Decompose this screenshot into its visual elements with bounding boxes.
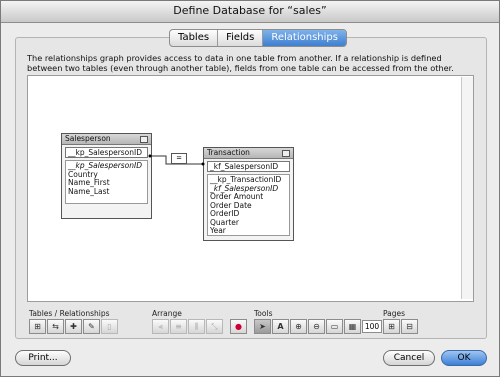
zoom-out-button[interactable]: ⊖: [308, 319, 325, 334]
resize-icon: ⤡: [211, 322, 218, 331]
relationships-graph[interactable]: Salesperson __kp_SalespersonID __kp_Sale…: [27, 75, 474, 302]
ok-button[interactable]: OK: [441, 350, 487, 366]
zoom-in-button[interactable]: ⊕: [290, 319, 307, 334]
page-setup-icon: ⊟: [406, 322, 413, 331]
arrange-label: Arrange: [152, 309, 182, 318]
pencil-icon: ✎: [88, 322, 95, 331]
duplicate-icon: ✚: [70, 322, 77, 331]
align-left-button[interactable]: ⫷: [152, 319, 169, 334]
tab-bar: Tables Fields Relationships: [169, 29, 347, 47]
resize-button[interactable]: ⤡: [206, 319, 223, 334]
add-relationship-icon: ⇆: [52, 322, 59, 331]
arrange-tools: ⫷ ≡ ⫼ ⤡ ●: [152, 319, 247, 334]
align-center-button[interactable]: ≡: [170, 319, 187, 334]
tools-label: Tools: [254, 309, 273, 318]
pages-label: Pages: [383, 309, 406, 318]
add-table-icon: ⊞: [34, 322, 41, 331]
add-table-button[interactable]: ⊞: [29, 319, 46, 334]
view-toggle-button[interactable]: ▦: [344, 319, 361, 334]
tables-relationships-tools: ⊞ ⇆ ✚ ✎ ▯: [29, 319, 118, 334]
text-icon: A: [277, 322, 284, 331]
print-button[interactable]: Print...: [15, 350, 71, 366]
relationship-operator-icon[interactable]: =: [171, 153, 187, 164]
graph-tools: ➤ A ⊕ ⊖ ▭ ▦ 100 %: [254, 319, 392, 334]
align-left-icon: ⫷: [158, 322, 163, 331]
title-bar[interactable]: Define Database for “sales”: [1, 1, 499, 23]
duplicate-button[interactable]: ✚: [65, 319, 82, 334]
relationship-line[interactable]: [28, 76, 473, 301]
align-center-icon: ≡: [175, 322, 182, 331]
color-button[interactable]: ●: [230, 319, 247, 334]
zoom-out-icon: ⊖: [313, 322, 320, 331]
tab-fields[interactable]: Fields: [218, 30, 264, 46]
fit-window-icon: ▭: [330, 322, 339, 331]
view-toggle-icon: ▦: [348, 322, 357, 331]
relationships-description: The relationships graph provides access …: [27, 53, 454, 73]
trash-icon: ▯: [107, 322, 112, 331]
vertical-scrollbar[interactable]: [461, 77, 473, 299]
delete-button[interactable]: ▯: [101, 319, 118, 334]
tab-relationships[interactable]: Relationships: [263, 30, 346, 46]
page-setup-button[interactable]: ⊟: [401, 319, 418, 334]
pointer-tool-button[interactable]: ➤: [254, 319, 271, 334]
page-grid-button[interactable]: ⊞: [383, 319, 400, 334]
fit-window-button[interactable]: ▭: [326, 319, 343, 334]
tables-relationships-label: Tables / Relationships: [29, 309, 110, 318]
cancel-button[interactable]: Cancel: [383, 350, 435, 366]
distribute-icon: ⫼: [194, 322, 199, 331]
zoom-in-icon: ⊕: [295, 322, 302, 331]
distribute-button[interactable]: ⫼: [188, 319, 205, 334]
window-title: Define Database for “sales”: [173, 4, 327, 17]
text-tool-button[interactable]: A: [272, 319, 289, 334]
edit-button[interactable]: ✎: [83, 319, 100, 334]
arrow-pointer-icon: ➤: [259, 322, 266, 331]
color-icon: ●: [235, 322, 242, 331]
page-grid-icon: ⊞: [388, 322, 395, 331]
pages-tools: ⊞ ⊟: [383, 319, 418, 334]
add-relationship-button[interactable]: ⇆: [47, 319, 64, 334]
define-database-dialog: Define Database for “sales” Tables Field…: [0, 0, 500, 377]
tab-tables[interactable]: Tables: [170, 30, 219, 46]
zoom-level-field[interactable]: 100: [362, 320, 382, 333]
